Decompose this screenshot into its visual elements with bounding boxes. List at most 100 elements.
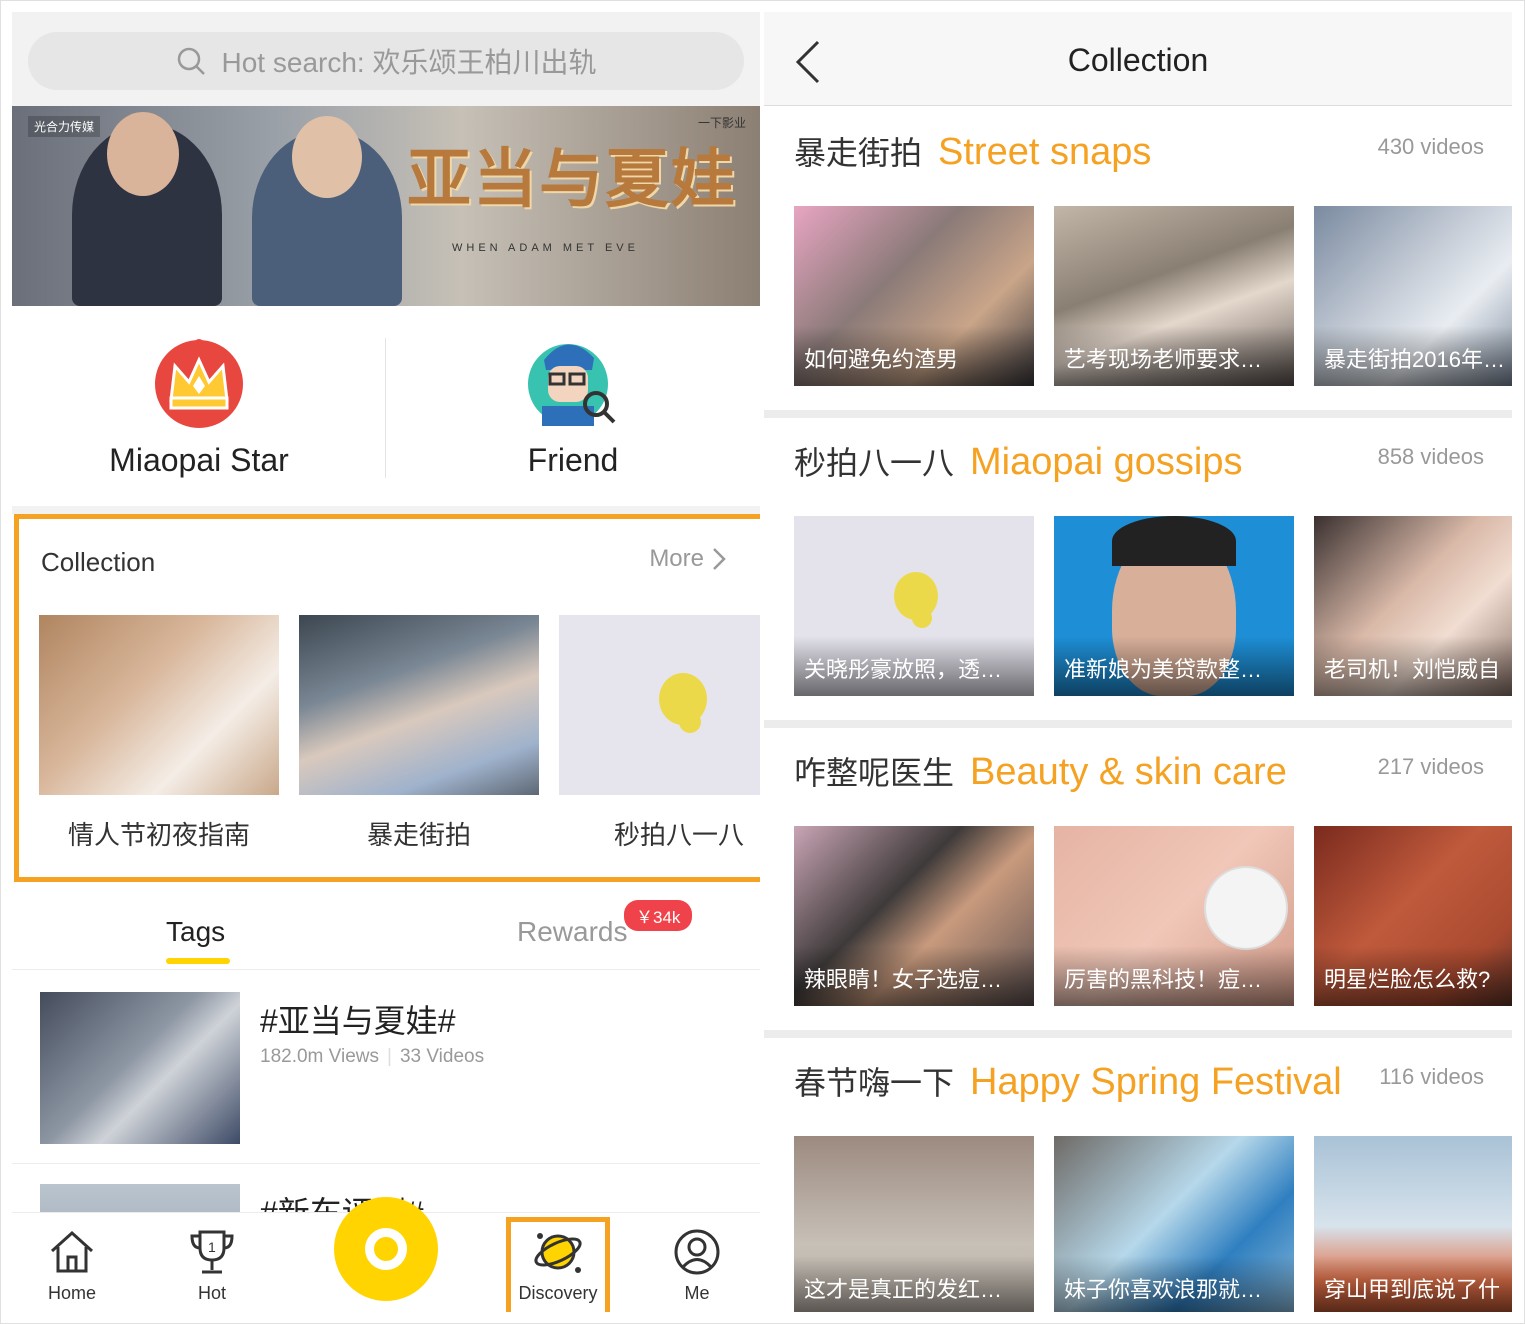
- record-button[interactable]: [334, 1197, 438, 1301]
- video-caption: 艺考现场老师要求…: [1064, 347, 1263, 372]
- nav-me-label: Me: [684, 1283, 710, 1303]
- nav-me[interactable]: Me: [637, 1225, 757, 1304]
- miaopai-star-entry[interactable]: Miaopai Star: [12, 306, 386, 506]
- section-title-cn: 咋整呢医生: [794, 755, 955, 791]
- section-title-en: Street snaps: [938, 131, 1152, 173]
- section-separator: [764, 410, 1512, 418]
- search-icon: [177, 47, 205, 75]
- banner-title: 亚当与夏娃: [407, 142, 737, 217]
- section-title-cn: 暴走街拍: [794, 135, 923, 171]
- video-caption: 准新娘为美贷款整…: [1064, 657, 1263, 682]
- search-input[interactable]: Hot search: 欢乐颂王柏川出轨: [28, 32, 744, 90]
- miaopai-star-label: Miaopai Star: [109, 442, 289, 478]
- collection-section[interactable]: 暴走街拍 Street snaps 430 videos 如何避免约渣男 艺考现场…: [764, 108, 1512, 418]
- collection-header: Collection: [764, 12, 1512, 106]
- video-thumbnail[interactable]: 辣眼睛！女子选痘…: [794, 826, 1034, 1006]
- section-video-count: 858 videos: [1377, 444, 1484, 469]
- chevron-right-icon: [713, 548, 726, 570]
- collection-item-caption: 暴走街拍: [366, 820, 471, 850]
- collection-item[interactable]: 秒拍八一八: [559, 615, 760, 852]
- tag-tabs: Tags Rewards ￥34k: [12, 890, 760, 970]
- trophy-icon: 1: [190, 1230, 234, 1274]
- discovery-highlight: [506, 1217, 610, 1312]
- collection-item[interactable]: 暴走街拍: [299, 615, 539, 852]
- friend-entry[interactable]: Friend: [386, 306, 760, 506]
- video-thumbnail[interactable]: 如何避免约渣男: [794, 206, 1034, 386]
- video-caption: 老司机！刘恺威自: [1324, 657, 1501, 682]
- collection-title: Collection: [41, 547, 156, 577]
- video-caption: 妹子你喜欢浪那就…: [1064, 1277, 1263, 1302]
- nav-home[interactable]: Home: [12, 1225, 132, 1304]
- svg-text:1: 1: [208, 1239, 216, 1255]
- section-separator: [764, 1030, 1512, 1038]
- video-thumbnail[interactable]: 暴走街拍2016年…: [1314, 206, 1512, 386]
- tag-thumbnail: [40, 992, 240, 1144]
- record-icon: [365, 1228, 407, 1270]
- more-link[interactable]: More: [649, 545, 726, 573]
- section-separator: [764, 720, 1512, 728]
- collection-thumbnail: [39, 615, 279, 795]
- collection-section[interactable]: 咋整呢医生 Beauty & skin care 217 videos 辣眼睛！女…: [764, 728, 1512, 1038]
- tag-name: #亚当与夏娃#: [260, 1003, 456, 1039]
- section-title-en: Beauty & skin care: [970, 751, 1287, 793]
- tag-videos: 33 Videos: [399, 1046, 485, 1067]
- tab-rewards[interactable]: Rewards: [517, 916, 627, 948]
- collection-card-highlighted: Collection More 情人节初夜指南 暴走街拍 秒拍八一八: [14, 514, 760, 882]
- friend-label: Friend: [527, 442, 619, 478]
- rewards-badge: ￥34k: [624, 900, 693, 931]
- section-title-cn: 秒拍八一八: [794, 445, 955, 481]
- tag-views: 182.0m Views: [260, 1046, 379, 1067]
- friend-avatar-icon: [528, 344, 616, 426]
- search-area: Hot search: 欢乐颂王柏川出轨: [12, 12, 760, 106]
- video-thumbnail[interactable]: 准新娘为美贷款整…: [1054, 516, 1294, 696]
- video-caption: 明星烂脸怎么救?: [1324, 967, 1491, 992]
- video-caption: 如何避免约渣男: [804, 347, 959, 372]
- collection-section[interactable]: 秒拍八一八 Miaopai gossips 858 videos 关晓彤豪放照，透…: [764, 418, 1512, 728]
- search-placeholder: Hot search: 欢乐颂王柏川出轨: [221, 47, 597, 78]
- video-thumbnail[interactable]: 厉害的黑科技！痘…: [1054, 826, 1294, 1006]
- crown-icon: [155, 339, 243, 428]
- active-tab-indicator: [166, 958, 230, 964]
- nav-hot[interactable]: 1 Hot: [152, 1225, 272, 1304]
- collection-section[interactable]: 春节嗨一下 Happy Spring Festival 116 videos 这才…: [764, 1038, 1512, 1312]
- tag-stats: 182.0m Views | 33 Videos: [260, 1046, 485, 1067]
- section-video-count: 430 videos: [1377, 134, 1484, 159]
- nav-hot-label: Hot: [197, 1283, 226, 1303]
- collection-item[interactable]: 情人节初夜指南: [39, 615, 279, 852]
- video-caption: 辣眼睛！女子选痘…: [804, 967, 1003, 992]
- promo-banner[interactable]: 光合力传媒 一下影业 亚当与夏娃 WHEN ADAM MET EVE: [12, 106, 760, 306]
- section-title-cn: 春节嗨一下: [794, 1065, 955, 1101]
- collection-item-caption: 情人节初夜指南: [67, 820, 250, 850]
- video-thumbnail[interactable]: 妹子你喜欢浪那就…: [1054, 1136, 1294, 1312]
- home-icon: [50, 1230, 94, 1273]
- video-caption: 穿山甲到底说了什: [1324, 1277, 1501, 1302]
- video-thumbnail[interactable]: 老司机！刘恺威自: [1314, 516, 1512, 696]
- collection-thumbnail: [559, 615, 760, 795]
- collection-screen: Collection 暴走街拍 Street snaps 430 videos 如…: [764, 12, 1512, 1312]
- video-thumbnail[interactable]: 艺考现场老师要求…: [1054, 206, 1294, 386]
- more-label: More: [649, 545, 704, 572]
- video-caption: 关晓彤豪放照，透…: [804, 657, 1003, 682]
- page-title: Collection: [1067, 42, 1209, 78]
- section-gap: [12, 506, 760, 514]
- tab-tags[interactable]: Tags: [166, 916, 225, 948]
- collection-thumbnail: [299, 615, 539, 795]
- video-thumbnail[interactable]: 关晓彤豪放照，透…: [794, 516, 1034, 696]
- discovery-screen: Hot search: 欢乐颂王柏川出轨 光合力传媒 一下影业 亚当与夏娃 WH…: [12, 12, 760, 1312]
- banner-subtitle: WHEN ADAM MET EVE: [452, 242, 639, 254]
- section-thumbnails: 这才是真正的发红… 妹子你喜欢浪那就… 穿山甲到底说了什: [794, 1136, 1512, 1312]
- video-thumbnail[interactable]: 穿山甲到底说了什: [1314, 1136, 1512, 1312]
- section-title-en: Happy Spring Festival: [970, 1061, 1342, 1103]
- video-caption: 厉害的黑科技！痘…: [1064, 967, 1263, 992]
- video-thumbnail[interactable]: 明星烂脸怎么救?: [1314, 826, 1512, 1006]
- quick-entries: Miaopai Star Friend: [12, 306, 760, 506]
- section-video-count: 116 videos: [1379, 1064, 1484, 1089]
- tag-list-item[interactable]: #亚当与夏娃# 182.0m Views | 33 Videos: [12, 972, 760, 1164]
- video-thumbnail[interactable]: 这才是真正的发红…: [794, 1136, 1034, 1312]
- section-video-count: 217 videos: [1377, 754, 1484, 779]
- profile-icon: [674, 1229, 720, 1275]
- collection-item-caption: 秒拍八一八: [613, 820, 744, 850]
- bottom-nav: Home 1 Hot Discovery Me: [12, 1197, 760, 1312]
- video-caption: 暴走街拍2016年…: [1324, 347, 1505, 372]
- section-thumbnails: 辣眼睛！女子选痘… 厉害的黑科技！痘… 明星烂脸怎么救?: [794, 826, 1512, 1006]
